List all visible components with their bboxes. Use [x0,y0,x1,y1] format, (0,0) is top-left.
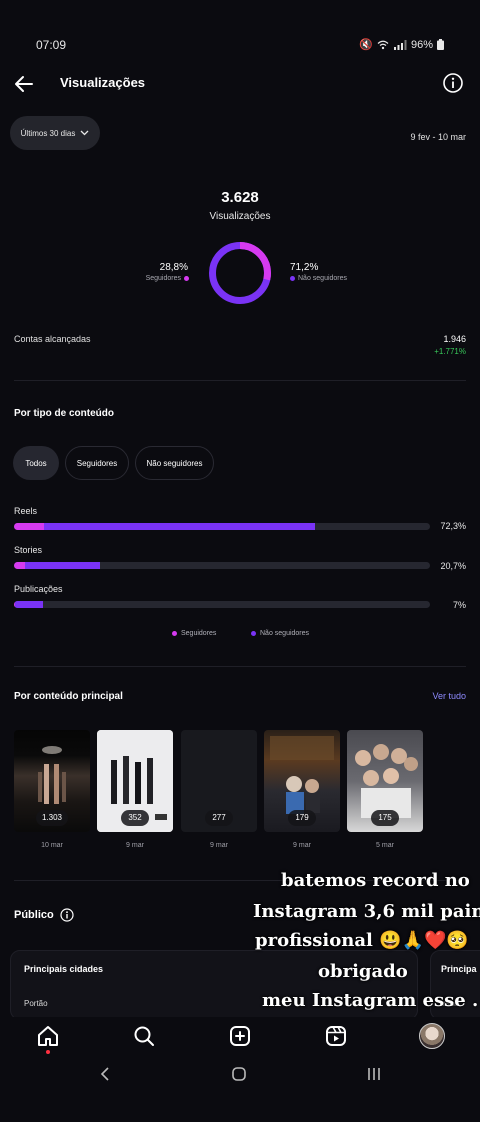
battery-percent: 96% [410,38,433,51]
date-range-dropdown-label: Últimos 30 dias [20,128,76,138]
system-home-icon[interactable] [231,1066,247,1082]
views-donut-chart [209,242,271,304]
followers-legend: Seguidores [146,275,189,282]
followers-legend-label: Seguidores [145,275,181,282]
top-cities-row: Portão [24,999,48,1008]
bar-posts-nonfollowers [15,601,44,608]
chip-all[interactable]: Todos [13,446,59,480]
accounts-reached-delta: +1.771% [434,347,466,356]
overlay-text-line: Instagram 3,6 mil painel [253,901,480,922]
thumbnail-view-count: 179 [288,810,316,826]
info-icon[interactable] [60,908,74,922]
bar-label-posts: Publicações [14,584,63,594]
signal-icon [393,39,407,50]
thumbnail-date: 9 mar [126,842,144,849]
accounts-reached-value: 1.946 [443,334,466,344]
content-thumbnail[interactable]: 277 [181,730,257,832]
bar-label-stories: Stories [14,545,43,555]
followers-dot [184,276,189,281]
nonfollowers-legend: Não seguidores [290,275,347,282]
overlay-text-line: batemos record no [281,870,470,891]
content-thumbnail[interactable]: 175 [347,730,423,832]
home-icon[interactable] [36,1024,60,1048]
profile-avatar[interactable] [419,1023,445,1049]
bar-reels-followers [14,523,45,530]
legend-nonfollowers-label: Não seguidores [260,630,310,637]
legend-nonfollowers-dot [251,631,256,636]
bar-stories-nonfollowers [25,562,101,569]
divider [14,380,466,381]
bar-pct-reels: 72,3% [440,521,466,531]
bar-stories [14,562,430,569]
nonfollowers-legend-label: Não seguidores [298,275,348,282]
chip-followers[interactable]: Seguidores [65,446,129,480]
bar-label-reels: Reels [14,506,38,516]
total-views: 3.628 [221,189,259,206]
content-thumbnail[interactable]: 1.303 [14,730,90,832]
bar-posts [14,601,430,608]
notification-dot [46,1050,50,1054]
mute-icon: 🔇 [359,39,373,51]
bar-stories-followers [14,562,26,569]
legend-followers-label: Seguidores [181,630,217,637]
top-countries-title: Principa [441,964,477,974]
status-time: 07:09 [36,38,67,52]
info-icon[interactable] [442,72,464,94]
system-back-icon[interactable] [98,1066,114,1082]
chip-nonfollowers[interactable]: Não seguidores [135,446,214,480]
date-range-text: 9 fev - 10 mar [410,132,466,142]
overlay-text-line: meu Instagram esse . [262,990,479,1011]
legend-followers-dot [172,631,177,636]
create-post-icon[interactable] [228,1024,252,1048]
nonfollowers-dot [290,276,295,281]
bar-reels-nonfollowers [44,523,315,530]
system-recents-icon[interactable] [366,1066,382,1082]
thumbnail-date: 10 mar [41,842,63,849]
accounts-reached-label: Contas alcançadas [14,334,91,344]
total-views-label: Visualizações [209,211,271,222]
thumbnail-view-count: 175 [371,810,399,826]
overlay-text-line: profissional 😃🙏❤️🥺 [255,930,469,951]
reels-icon[interactable] [324,1024,348,1048]
date-range-dropdown[interactable]: Últimos 30 dias [10,116,100,150]
battery-icon [437,39,444,50]
audience-title: Público [14,908,74,922]
content-thumbnail[interactable]: 352 [97,730,173,832]
page-title: Visualizações [60,75,146,90]
content-type-title: Por tipo de conteúdo [14,408,114,419]
bar-pct-posts: 7% [452,600,466,610]
thumbnail-date: 9 mar [210,842,228,849]
thumbnail-view-count: 352 [121,810,149,826]
thumbnail-view-count: 1.303 [35,810,69,826]
overlay-text-line: obrigado [318,961,408,982]
legend-nonfollowers: Não seguidores [251,630,309,637]
chevron-down-icon [80,130,89,136]
divider [14,666,466,667]
top-cities-title: Principais cidades [24,964,104,974]
content-thumbnail[interactable]: 179 [264,730,340,832]
back-arrow-icon[interactable] [12,72,36,96]
bar-pct-stories: 20,7% [440,561,466,571]
search-icon[interactable] [132,1024,156,1048]
audience-title-label: Público [14,909,54,921]
followers-percent: 28,8% [159,262,188,273]
wifi-icon [377,40,389,49]
thumbnail-date: 9 mar [293,842,311,849]
thumbnail-view-count: 277 [205,810,233,826]
thumbnail-date: 5 mar [376,842,394,849]
bar-reels [14,523,430,530]
status-icons: 🔇 96% [359,38,444,51]
legend-followers: Seguidores [172,630,216,637]
nonfollowers-percent: 71,2% [290,262,319,273]
top-content-title: Por conteúdo principal [14,691,123,702]
see-all-link[interactable]: Ver tudo [432,691,466,701]
